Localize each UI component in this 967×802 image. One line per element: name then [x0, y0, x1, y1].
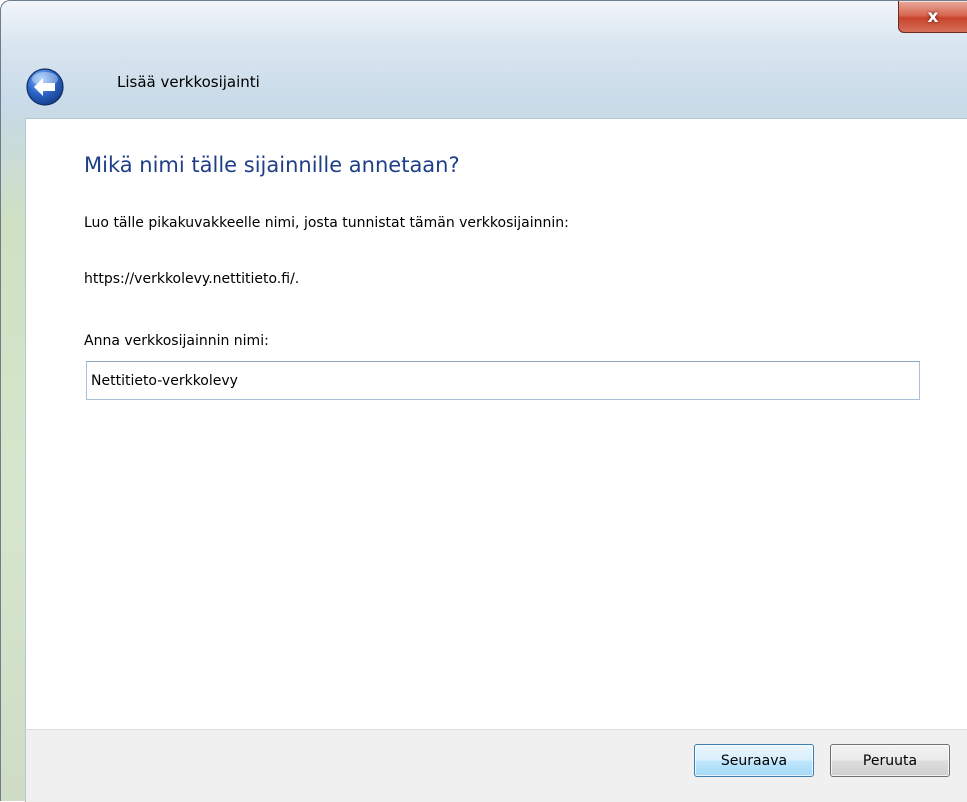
close-icon: x — [927, 6, 939, 27]
description-text: Luo tälle pikakuvakkeelle nimi, josta tu… — [84, 215, 569, 231]
button-bar: Seuraava Peruuta — [25, 729, 967, 802]
wizard-content: Mikä nimi tälle sijainnille annetaan? Lu… — [25, 118, 967, 729]
page-heading: Mikä nimi tälle sijainnille annetaan? — [84, 153, 460, 177]
title-bar — [1, 1, 967, 118]
window-title: Lisää verkkosijainti — [117, 73, 260, 91]
back-button[interactable] — [25, 67, 65, 107]
network-location-url: https://verkkolevy.nettitieto.fi/. — [84, 271, 300, 287]
wizard-window: x Lisää verkkosijainti Mikä nimi tälle s… — [0, 0, 967, 802]
back-arrow-icon — [26, 68, 64, 106]
next-button[interactable]: Seuraava — [694, 744, 814, 777]
close-button[interactable]: x — [898, 1, 967, 33]
cancel-button[interactable]: Peruuta — [830, 744, 950, 777]
name-field-label: Anna verkkosijainnin nimi: — [84, 333, 269, 349]
location-name-input[interactable] — [86, 361, 920, 400]
